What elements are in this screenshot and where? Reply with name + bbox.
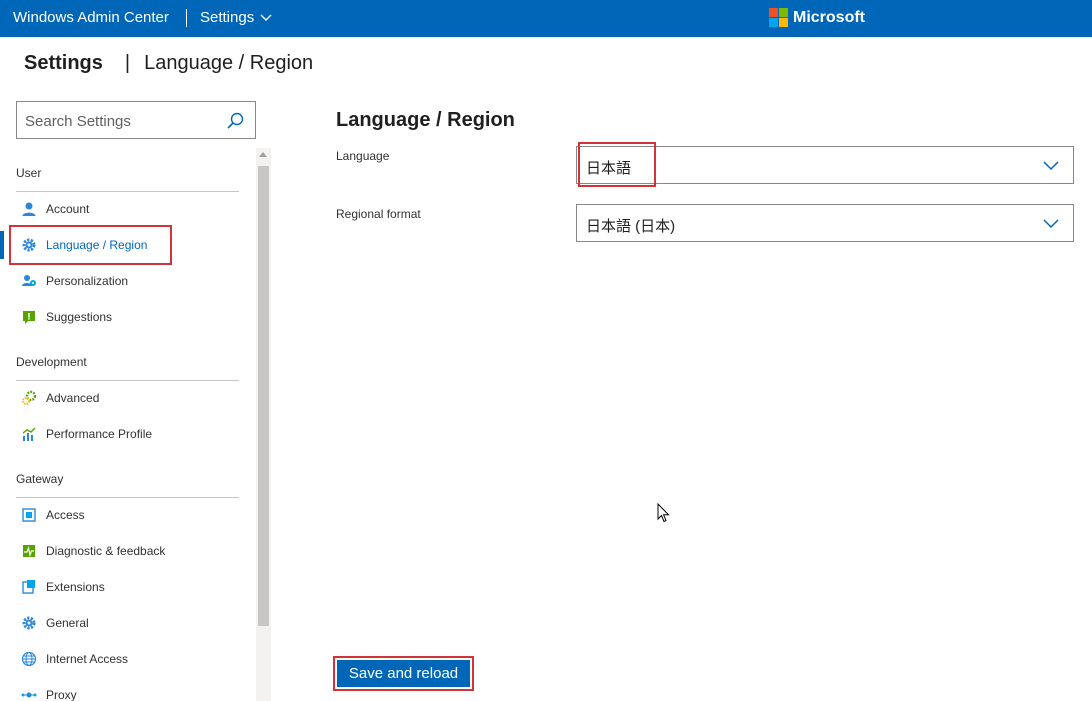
sidebar-item-label: General: [46, 616, 89, 630]
search-icon[interactable]: [225, 111, 245, 131]
sidebar-item-label: Diagnostic & feedback: [46, 544, 166, 558]
microsoft-logo-icon: [769, 8, 788, 27]
regional-format-label: Regional format: [336, 207, 421, 221]
diagnostic-icon: [20, 542, 38, 560]
highlight-annotation: [578, 142, 656, 187]
sidebar-scrollbar[interactable]: [256, 148, 271, 701]
breadcrumb-separator: |: [124, 52, 131, 74]
chevron-down-icon: [260, 14, 272, 21]
settings-menu-button[interactable]: Settings: [200, 9, 272, 26]
brand-name: Microsoft: [793, 8, 865, 26]
sidebar-item-label: Suggestions: [46, 310, 113, 324]
highlight-annotation: [9, 225, 172, 265]
sidebar-item-label: Personalization: [46, 274, 129, 288]
sidebar-item-general[interactable]: General: [16, 609, 246, 637]
save-and-reload-button[interactable]: Save and reload: [337, 660, 470, 687]
sidebar-item-label: Extensions: [46, 580, 105, 594]
page-subtitle: Language / Region: [144, 52, 314, 74]
sidebar-item-label: Advanced: [46, 391, 100, 405]
access-icon: [20, 506, 38, 524]
sidebar-item-extensions[interactable]: Extensions: [16, 573, 246, 601]
performance-chart-icon: [20, 425, 38, 443]
sidebar-item-suggestions[interactable]: Suggestions: [16, 303, 246, 331]
settings-sidebar: User Account Language / Region Personali…: [0, 148, 272, 701]
microsoft-logo: Microsoft: [769, 8, 865, 27]
chevron-down-icon: [1043, 161, 1059, 171]
account-icon: [20, 200, 38, 218]
sidebar-item-internet-access[interactable]: Internet Access: [16, 645, 246, 673]
globe-icon: [20, 650, 38, 668]
sidebar-item-label: Account: [46, 202, 90, 216]
sidebar-item-access[interactable]: Access: [16, 501, 246, 529]
group-header-user: User: [16, 166, 42, 180]
regional-format-selected-value: 日本語 (日本): [586, 218, 676, 235]
scroll-up-arrow-icon[interactable]: [259, 152, 267, 157]
search-input[interactable]: [25, 111, 220, 131]
top-bar: Windows Admin Center Settings Microsoft: [0, 0, 1092, 37]
suggestions-icon: [20, 308, 38, 326]
group-header-development: Development: [16, 355, 87, 369]
language-label: Language: [336, 149, 390, 163]
section-title: Language / Region: [336, 109, 515, 131]
sidebar-item-label: Access: [46, 508, 85, 522]
sidebar-item-personalization[interactable]: Personalization: [16, 267, 246, 295]
active-indicator: [0, 231, 4, 259]
page-title: Settings: [24, 52, 103, 74]
topbar-divider: [186, 9, 187, 27]
sidebar-item-diagnostic-feedback[interactable]: Diagnostic & feedback: [16, 537, 246, 565]
settings-menu-label: Settings: [200, 9, 255, 26]
sidebar-item-account[interactable]: Account: [16, 195, 246, 223]
sidebar-item-label: Performance Profile: [46, 427, 153, 441]
app-title[interactable]: Windows Admin Center: [13, 9, 169, 26]
sidebar-item-label: Internet Access: [46, 652, 129, 666]
sidebar-item-performance-profile[interactable]: Performance Profile: [16, 420, 246, 448]
gear-icon: [20, 614, 38, 632]
scrollbar-thumb[interactable]: [258, 166, 269, 626]
proxy-icon: [20, 686, 38, 701]
regional-format-dropdown[interactable]: 日本語 (日本): [576, 204, 1074, 242]
group-header-gateway: Gateway: [16, 472, 64, 486]
mouse-cursor-icon: [657, 503, 670, 523]
advanced-gears-icon: [20, 389, 38, 407]
sidebar-item-advanced[interactable]: Advanced: [16, 384, 246, 412]
chevron-down-icon: [1043, 219, 1059, 229]
extensions-icon: [20, 578, 38, 596]
breadcrumb: Settings | Language / Region: [24, 52, 313, 75]
group-divider: [16, 380, 239, 381]
group-divider: [16, 497, 239, 498]
personalization-icon: [20, 272, 38, 290]
search-box: [16, 101, 256, 139]
group-divider: [16, 191, 239, 192]
sidebar-item-proxy[interactable]: Proxy: [16, 681, 246, 701]
sidebar-item-label: Proxy: [46, 688, 77, 701]
